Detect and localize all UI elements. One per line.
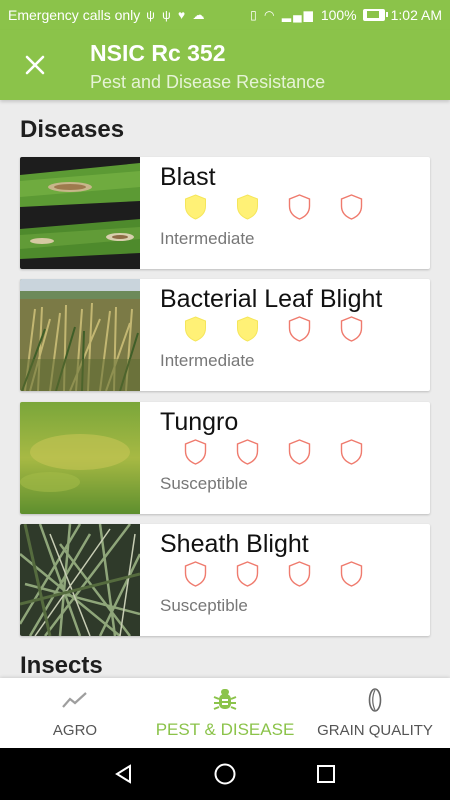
resistance-rating: [183, 560, 364, 588]
disease-card-tungro[interactable]: Tungro Susceptible: [20, 402, 430, 514]
close-icon: [25, 55, 45, 75]
nav-tab-pest-disease[interactable]: PEST & DISEASE: [150, 678, 300, 748]
shield-outline-icon: [184, 561, 207, 587]
content-scroll[interactable]: Diseases Blast Intermediate Bacterial Le…: [0, 100, 450, 678]
shield-outline-icon: [288, 316, 311, 342]
back-triangle-icon: [115, 764, 131, 784]
recents-button[interactable]: [313, 761, 339, 787]
tungro-photo: [20, 402, 140, 514]
shield-outline-icon: [288, 561, 311, 587]
shield-outline-icon: [340, 439, 363, 465]
notification-icons: ψ ψ ♥ ☁: [146, 8, 207, 22]
disease-card-bacterial-leaf-blight[interactable]: Bacterial Leaf Blight Intermediate: [20, 279, 430, 391]
trend-line-icon: [61, 688, 89, 712]
shield-outline-icon: [288, 439, 311, 465]
disease-name: Tungro: [160, 408, 239, 436]
sheath-blight-photo: [20, 524, 140, 636]
app-bar: NSIC Rc 352 Pest and Disease Resistance: [0, 30, 450, 100]
resistance-level: Intermediate: [160, 351, 255, 370]
shield-filled-icon: [185, 316, 206, 342]
close-button[interactable]: [20, 50, 50, 80]
battery-percent: 100%: [320, 7, 357, 23]
shield-filled-icon: [237, 194, 258, 220]
disease-name: Blast: [160, 163, 216, 191]
bacterial-leaf-blight-photo: [20, 279, 140, 391]
resistance-level: Susceptible: [160, 596, 248, 615]
nav-tab-agro[interactable]: AGRO: [0, 678, 150, 748]
battery-icon: [362, 9, 388, 21]
section-title-diseases: Diseases: [20, 116, 125, 143]
signal-icons: ▯ ◠ ▂▄▆: [250, 8, 315, 22]
status-left: Emergency calls only ψ ψ ♥ ☁: [8, 7, 207, 23]
shield-filled-icon: [237, 316, 258, 342]
disease-card-sheath-blight[interactable]: Sheath Blight Susceptible: [20, 524, 430, 636]
bottom-navigation: AGRO PEST & DISEASE GRAIN QUALITY: [0, 678, 450, 748]
clock: 1:02 AM: [390, 7, 442, 23]
resistance-level: Intermediate: [160, 229, 255, 248]
page-title: NSIC Rc 352: [90, 40, 226, 66]
nav-label-pest-disease: PEST & DISEASE: [155, 720, 295, 739]
shield-outline-icon: [184, 439, 207, 465]
status-bar: Emergency calls only ψ ψ ♥ ☁ ▯ ◠ ▂▄▆ 100…: [0, 0, 450, 30]
resistance-rating: [183, 315, 364, 343]
disease-name: Bacterial Leaf Blight: [160, 285, 383, 313]
shield-filled-icon: [185, 194, 206, 220]
shield-outline-icon: [340, 561, 363, 587]
page-subtitle: Pest and Disease Resistance: [90, 72, 326, 92]
nav-label-grain-quality: GRAIN QUALITY: [317, 722, 433, 739]
resistance-rating: [183, 193, 364, 221]
shield-outline-icon: [236, 561, 259, 587]
grain-icon: [367, 688, 383, 712]
resistance-level: Susceptible: [160, 474, 248, 493]
back-button[interactable]: [111, 761, 137, 787]
resistance-rating: [183, 438, 364, 466]
recents-square-icon: [317, 765, 335, 783]
home-circle-icon: [214, 763, 236, 785]
shield-outline-icon: [236, 439, 259, 465]
carrier-text: Emergency calls only: [8, 7, 141, 23]
nav-label-agro: AGRO: [52, 722, 98, 739]
bug-icon: [213, 688, 237, 712]
shield-outline-icon: [340, 316, 363, 342]
blast-photo: [20, 157, 140, 269]
section-title-insects: Insects: [20, 652, 103, 678]
shield-outline-icon: [288, 194, 311, 220]
system-navigation-bar: [0, 748, 450, 800]
shield-outline-icon: [340, 194, 363, 220]
nav-tab-grain-quality[interactable]: GRAIN QUALITY: [300, 678, 450, 748]
disease-card-blast[interactable]: Blast Intermediate: [20, 157, 430, 269]
disease-name: Sheath Blight: [160, 530, 309, 558]
home-button[interactable]: [212, 761, 238, 787]
status-right: ▯ ◠ ▂▄▆ 100% 1:02 AM: [250, 7, 442, 23]
